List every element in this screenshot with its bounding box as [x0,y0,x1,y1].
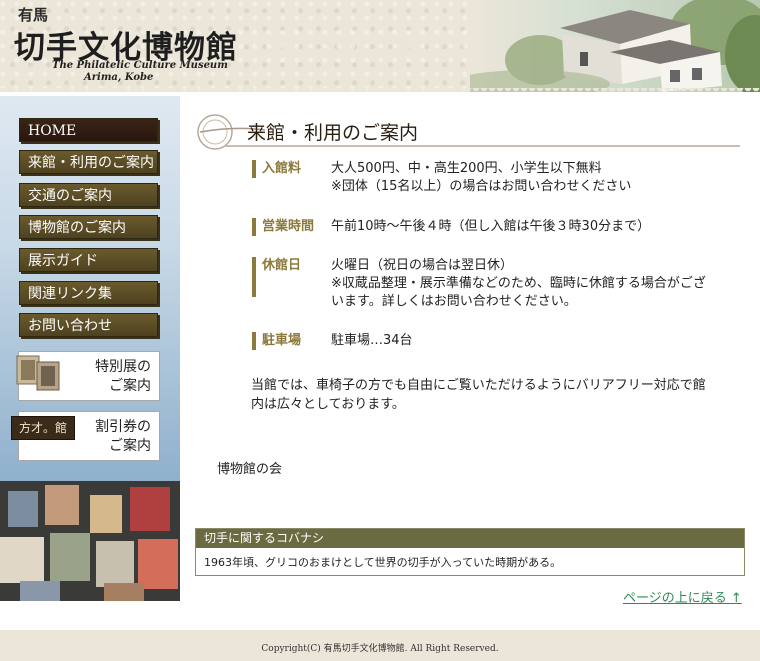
nav-contact[interactable]: お問い合わせ [19,313,158,337]
admission-text: 大人500円、中・高生200円、小学生以下無料 ※団体（15名以上）の場合はお問… [331,161,632,194]
stamp-trivia-box: 切手に関するコバナシ 1963年頃、グリコのおまけとして世界の切手が入っていた時… [195,528,745,576]
special-exhibit-label: 特別展の ご案内 [95,359,151,394]
museum-society-text: 博物館の会 [217,462,283,477]
nav-access[interactable]: 交通のご案内 [19,183,158,207]
hours-heading: 営業時間 [252,218,314,236]
nav-exhibit-guide[interactable]: 展示ガイド [19,248,158,272]
nav-links[interactable]: 関連リンク集 [19,281,158,305]
nav-visit-info[interactable]: 来館・利用のご案内 [19,150,158,174]
back-to-top-link[interactable]: ページの上に戻る ↑ [623,587,742,606]
page-title: 来館・利用のご案内 [247,122,419,144]
stamp-collection-photo [0,481,180,601]
sidebar: HOME 来館・利用のご案内 交通のご案内 博物館のご案内 展示ガイド 関連リン… [0,96,180,481]
logo-english-name: The Philatelic Culture Museum [52,60,228,71]
hours-text: 午前10時〜午後４時（但し入館は午後３時30分まで） [331,219,651,234]
museum-building-photo [470,0,760,92]
header-scalloped-edge [0,88,760,96]
parking-heading: 駐車場 [252,332,301,350]
site-header: 有馬 切手文化博物館 The Philatelic Culture Museum… [0,0,760,92]
discount-coupon-label: 割引券の ご案内 [95,419,151,454]
discount-coupon-banner[interactable]: 方才。館 割引券の ご案内 [11,411,160,461]
special-exhibit-banner[interactable]: 特別展の ご案内 [16,351,160,401]
parking-text: 駐車場…34台 [331,333,413,348]
stamp-trivia-text: 1963年頃、グリコのおまけとして世界の切手が入っていた時期がある。 [204,556,562,569]
admission-heading: 入館料 [252,160,301,178]
closed-days-text: 火曜日（祝日の場合は翌日休） ※収蔵品整理・展示準備などのため、臨時に休館する場… [331,258,706,309]
barrier-free-note: 当館では、車椅子の方でも自由にご覧いただけるようにバリアフリー対応で館 内は広々… [251,378,706,412]
stamp-trivia-heading: 切手に関するコバナシ [196,529,744,548]
closed-days-heading: 休館日 [252,257,301,297]
coupon-badge: 方才。館 [11,416,75,440]
copyright-text: Copyright(C) 有馬切手文化博物館. All Right Reserv… [261,644,499,654]
nav-home[interactable]: HOME [19,118,158,142]
logo-english-location: Arima, Kobe [84,72,154,83]
stamps-icon [16,355,60,391]
nav-museum-info[interactable]: 博物館のご案内 [19,215,158,239]
